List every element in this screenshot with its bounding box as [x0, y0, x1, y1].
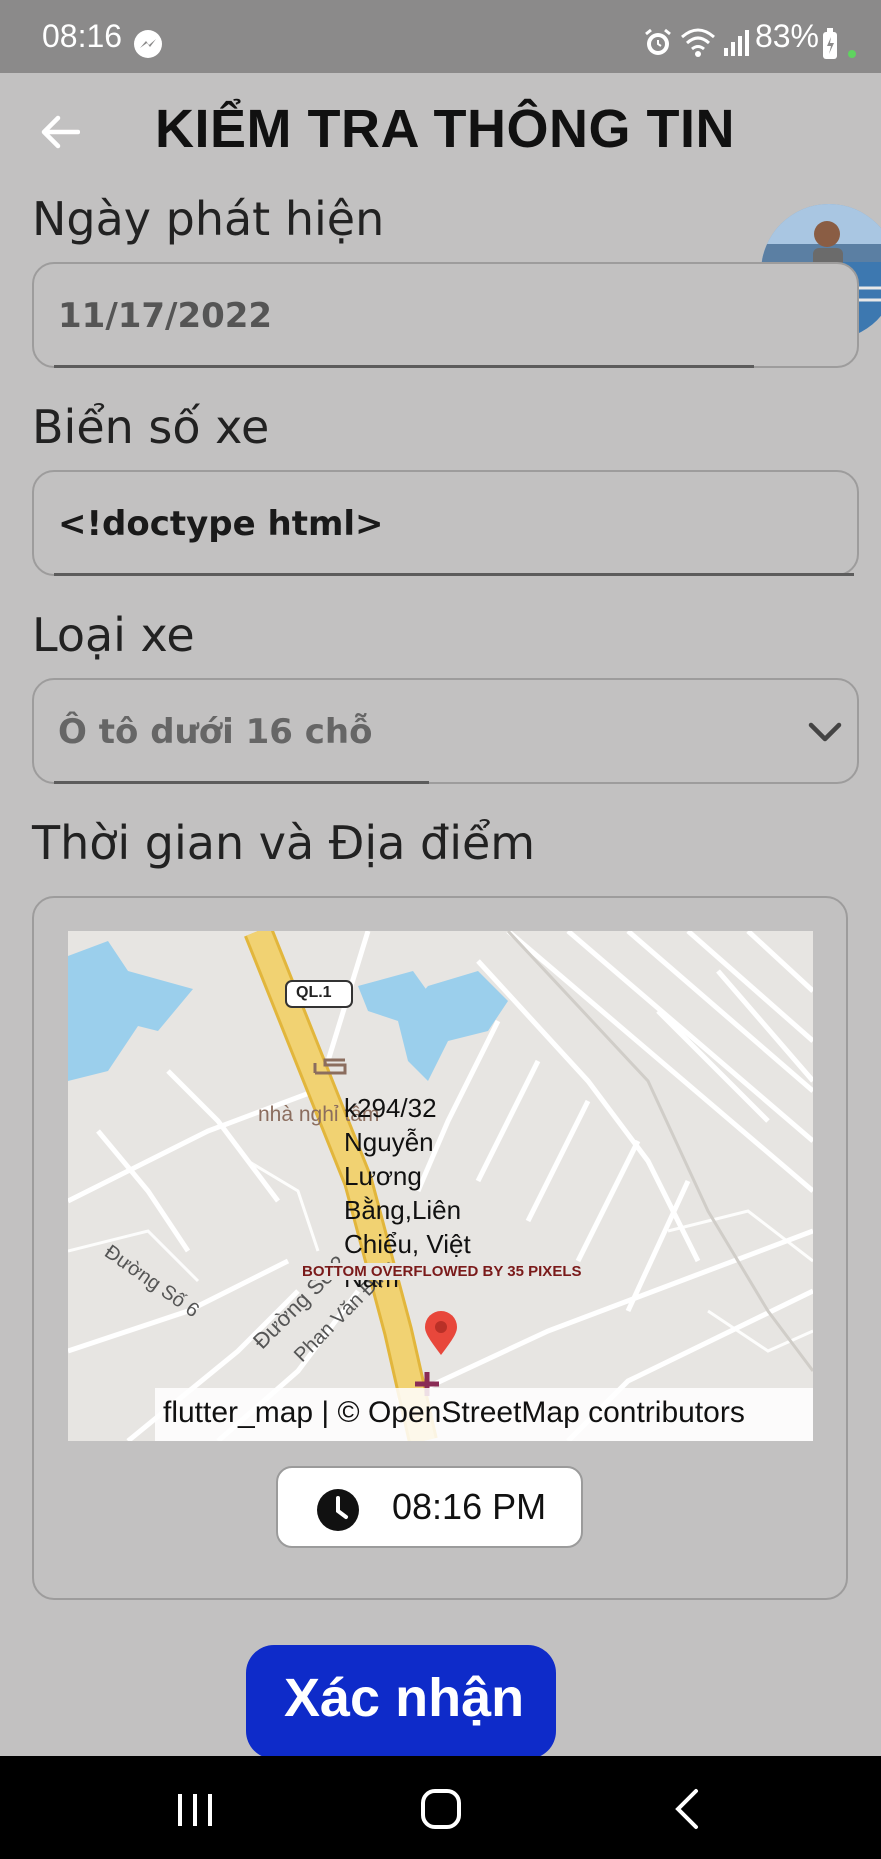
back-arrow-icon[interactable] [40, 114, 80, 150]
messenger-icon [134, 30, 162, 58]
location-marker-icon [425, 1311, 457, 1355]
vehicle-type-value: Ô tô dưới 16 chỗ [58, 712, 373, 752]
date-field[interactable]: 11/17/2022 [32, 262, 859, 368]
home-icon[interactable] [420, 1788, 462, 1830]
confirm-label: Xác nhận [284, 1668, 525, 1728]
back-icon[interactable] [672, 1788, 702, 1830]
time-place-label: Thời gian và Địa điểm [32, 816, 536, 870]
date-label: Ngày phát hiện [32, 192, 385, 246]
confirm-button[interactable]: Xác nhận [246, 1645, 556, 1759]
plate-label: Biển số xe [32, 400, 270, 454]
battery-icon [823, 28, 837, 59]
plate-input[interactable]: <!doctype html> [32, 470, 859, 576]
date-value: 11/17/2022 [58, 296, 273, 336]
map-view[interactable]: QL.1 nhà nghỉ tâm Đường Số 6 Đường Số 2 … [68, 931, 813, 1441]
map-attribution: flutter_map | © OpenStreetMap contributo… [155, 1388, 813, 1441]
date-field-underline [54, 365, 754, 368]
vehicle-type-underline [54, 781, 429, 784]
road-badge: QL.1 [296, 984, 332, 1001]
time-label: 08:16 PM [392, 1486, 547, 1527]
page-title: KIỂM TRA THÔNG TIN [155, 99, 735, 159]
chevron-down-icon [808, 722, 842, 742]
status-dot [848, 50, 856, 58]
vehicle-type-label: Loại xe [32, 608, 195, 662]
clock-icon [317, 1489, 359, 1531]
status-time: 08:16 [42, 18, 123, 54]
plate-field-underline [54, 573, 854, 576]
navigation-bar [0, 1756, 881, 1859]
alarm-icon [645, 28, 671, 55]
recent-apps-icon[interactable] [175, 1792, 215, 1828]
battery-percent: 83% [754, 18, 819, 54]
plate-value: <!doctype html> [58, 504, 384, 544]
wifi-icon [681, 28, 715, 57]
status-bar: 08:16 83% [0, 0, 881, 73]
signal-icon [724, 30, 749, 56]
overflow-banner: BOTTOM OVERFLOWED BY 35 PIXELS [302, 1263, 582, 1280]
time-picker-button[interactable]: 08:16 PM [276, 1466, 583, 1548]
vehicle-type-select[interactable]: Ô tô dưới 16 chỗ [32, 678, 859, 784]
